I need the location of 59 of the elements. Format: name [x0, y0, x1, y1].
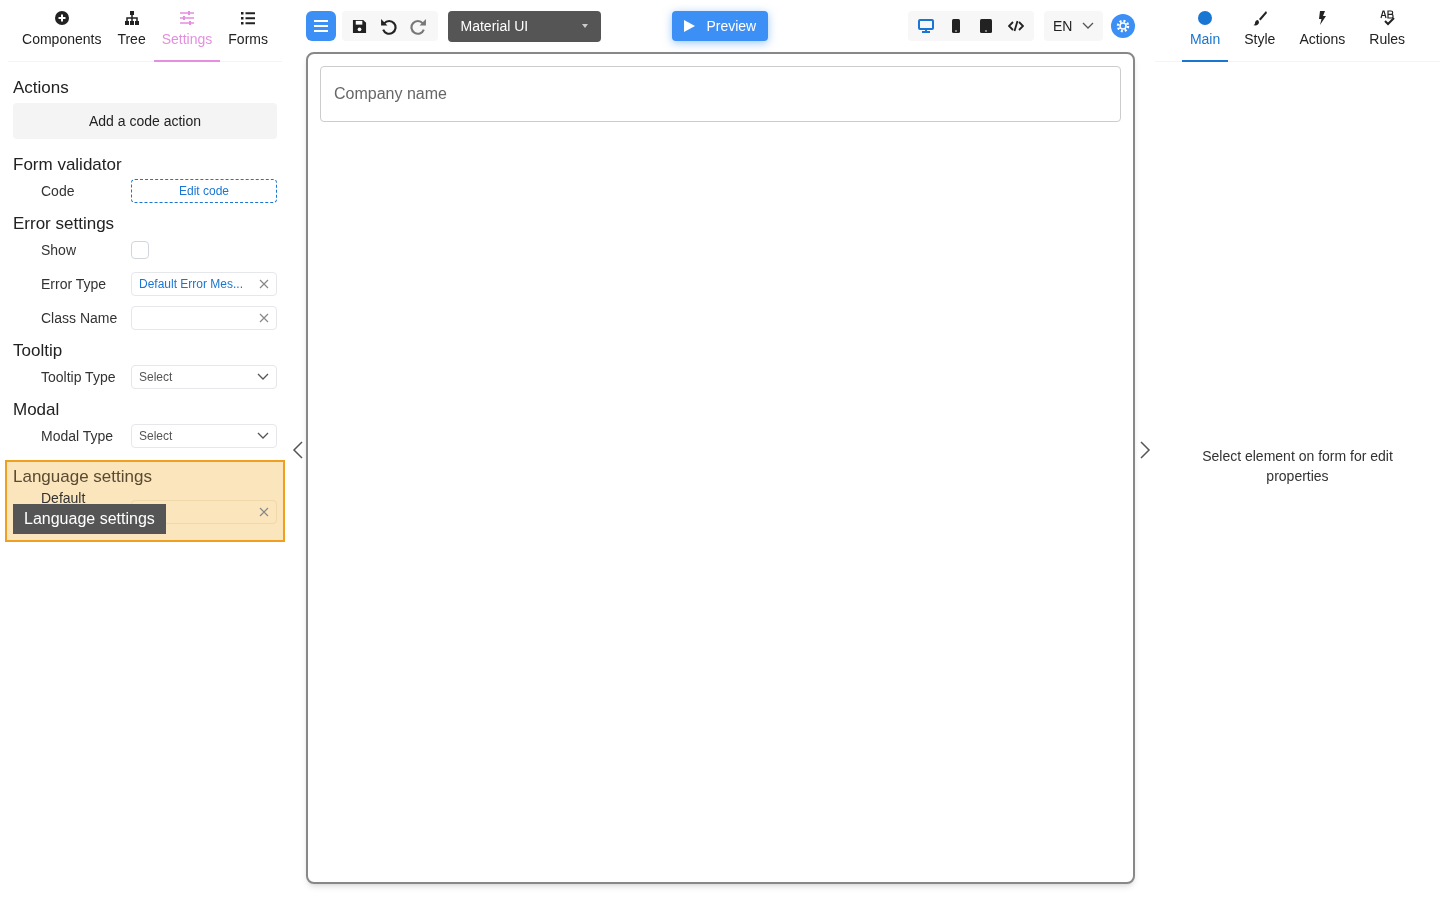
chevron-down-icon [257, 373, 269, 381]
chevron-down-icon [257, 432, 269, 440]
select-field[interactable]: Select [131, 365, 277, 389]
select-field[interactable]: Select [131, 424, 277, 448]
panel-tab[interactable]: Components [14, 0, 110, 62]
settings-button[interactable] [1111, 14, 1135, 38]
brush-icon [1251, 10, 1268, 26]
section-title: Actions [13, 79, 70, 97]
field-label: Class Name [41, 310, 119, 326]
redo-icon [410, 17, 428, 35]
add-action-button[interactable]: Add a code action [13, 103, 277, 139]
spellcheck-icon [1379, 10, 1396, 26]
field-label: Default [41, 490, 87, 506]
clear-icon[interactable] [259, 507, 269, 517]
clear-icon[interactable] [259, 313, 269, 323]
settings-icon [1115, 18, 1132, 34]
field-label: Show [41, 242, 78, 258]
hierarchy-icon [123, 10, 140, 26]
plus-circle-icon [53, 10, 70, 26]
theme-select[interactable]: Material UI [447, 10, 601, 42]
panel-tab[interactable]: Main [1181, 0, 1229, 62]
clear-icon[interactable] [259, 279, 269, 289]
language-select[interactable]: EN [1044, 11, 1104, 41]
empty-message: Select element on form for edit properties [1201, 447, 1394, 486]
undo-icon [380, 17, 398, 35]
field-label: Tooltip Type [41, 369, 117, 385]
desktop-icon [918, 18, 934, 34]
circle-icon [1197, 10, 1214, 26]
panel-tab[interactable]: Actions [1291, 0, 1354, 62]
sliders-icon [179, 10, 195, 26]
save-icon [352, 18, 368, 34]
edit-code-button[interactable]: Edit code [131, 179, 277, 203]
section-title: Form validator [13, 156, 123, 174]
company-name-field[interactable]: Company name [320, 66, 1121, 122]
input-field[interactable] [131, 306, 277, 330]
code-icon [1008, 18, 1024, 34]
caret-icon [581, 24, 588, 28]
menu-icon [312, 19, 329, 33]
chevron-down-icon [1082, 22, 1095, 30]
tooltip: Language settings [13, 504, 166, 534]
section-title: Tooltip [13, 342, 64, 360]
section-title: Error settings [13, 215, 116, 233]
collapse-right-icon[interactable] [1139, 441, 1151, 459]
panel-tab[interactable]: Tree [109, 0, 154, 62]
list-icon [240, 10, 257, 26]
play-icon [683, 19, 697, 33]
error-type-select[interactable]: Default Error Mes... [131, 272, 277, 296]
checkbox[interactable] [131, 241, 149, 259]
menu-button[interactable] [306, 11, 336, 41]
tablet-icon [978, 18, 994, 34]
section-title: Language settings [13, 468, 153, 486]
field-label: Code [41, 183, 76, 199]
panel-tab[interactable]: Forms [220, 0, 276, 62]
panel-tab[interactable]: Style [1236, 0, 1284, 62]
field-label: Modal Type [41, 428, 115, 444]
section-title: Modal [13, 401, 61, 419]
panel-tab[interactable]: Rules [1361, 0, 1414, 62]
field-label: Error Type [41, 276, 108, 292]
collapse-left-icon[interactable] [292, 441, 304, 459]
